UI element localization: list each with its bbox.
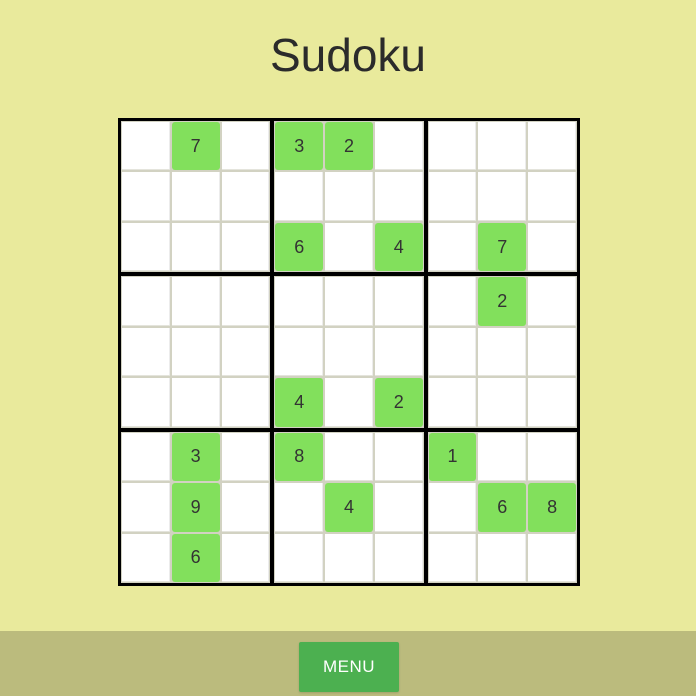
empty-cell[interactable] bbox=[171, 222, 220, 272]
empty-cell[interactable] bbox=[478, 122, 527, 171]
empty-cell[interactable] bbox=[428, 533, 477, 582]
empty-cell[interactable] bbox=[528, 122, 576, 171]
sudoku-box: 168 bbox=[427, 431, 577, 583]
empty-cell[interactable] bbox=[428, 327, 477, 377]
given-cell: 6 bbox=[171, 533, 220, 582]
page-title: Sudoku bbox=[269, 29, 426, 81]
empty-cell[interactable] bbox=[528, 533, 576, 582]
empty-cell[interactable] bbox=[428, 277, 477, 326]
empty-cell[interactable] bbox=[325, 222, 373, 272]
empty-cell[interactable] bbox=[478, 533, 527, 582]
empty-cell[interactable] bbox=[528, 172, 576, 221]
empty-cell[interactable] bbox=[221, 432, 270, 482]
empty-cell[interactable] bbox=[221, 277, 270, 326]
empty-cell[interactable] bbox=[122, 277, 170, 326]
empty-cell[interactable] bbox=[122, 378, 170, 427]
empty-cell[interactable] bbox=[325, 378, 373, 427]
empty-cell[interactable] bbox=[374, 277, 423, 326]
empty-cell[interactable] bbox=[221, 222, 270, 272]
empty-cell[interactable] bbox=[122, 533, 170, 582]
sudoku-box: 42 bbox=[274, 276, 424, 428]
sudoku-box: 32 64 bbox=[274, 121, 424, 273]
empty-cell[interactable] bbox=[478, 327, 527, 377]
menu-button[interactable]: MENU bbox=[299, 642, 399, 692]
empty-cell[interactable] bbox=[374, 432, 423, 482]
empty-cell[interactable] bbox=[275, 327, 324, 377]
footer-bar: MENU bbox=[0, 631, 696, 696]
empty-cell[interactable] bbox=[478, 378, 527, 427]
given-cell: 7 bbox=[171, 122, 220, 171]
given-cell: 3 bbox=[171, 432, 220, 482]
empty-cell[interactable] bbox=[528, 327, 576, 377]
sudoku-box: 7 bbox=[427, 121, 577, 273]
empty-cell[interactable] bbox=[528, 432, 576, 482]
empty-cell[interactable] bbox=[374, 327, 423, 377]
empty-cell[interactable] bbox=[122, 122, 170, 171]
empty-cell[interactable] bbox=[374, 483, 423, 532]
given-cell: 6 bbox=[478, 483, 527, 532]
empty-cell[interactable] bbox=[374, 172, 423, 221]
empty-cell[interactable] bbox=[478, 172, 527, 221]
empty-cell[interactable] bbox=[171, 277, 220, 326]
empty-cell[interactable] bbox=[275, 172, 324, 221]
empty-cell[interactable] bbox=[528, 378, 576, 427]
empty-cell[interactable] bbox=[325, 277, 373, 326]
given-cell: 2 bbox=[325, 122, 373, 171]
empty-cell[interactable] bbox=[275, 277, 324, 326]
given-cell: 9 bbox=[171, 483, 220, 532]
empty-cell[interactable] bbox=[221, 122, 270, 171]
empty-cell[interactable] bbox=[221, 533, 270, 582]
empty-cell[interactable] bbox=[374, 122, 423, 171]
empty-cell[interactable] bbox=[428, 483, 477, 532]
given-cell: 7 bbox=[478, 222, 527, 272]
empty-cell[interactable] bbox=[122, 483, 170, 532]
empty-cell[interactable] bbox=[221, 172, 270, 221]
empty-cell[interactable] bbox=[171, 378, 220, 427]
empty-cell[interactable] bbox=[275, 483, 324, 532]
empty-cell[interactable] bbox=[171, 327, 220, 377]
given-cell: 1 bbox=[428, 432, 477, 482]
empty-cell[interactable] bbox=[528, 222, 576, 272]
empty-cell[interactable] bbox=[221, 327, 270, 377]
empty-cell[interactable] bbox=[325, 432, 373, 482]
empty-cell[interactable] bbox=[428, 222, 477, 272]
given-cell: 2 bbox=[374, 378, 423, 427]
sudoku-board: 73264742239684168 bbox=[118, 118, 580, 586]
sudoku-box: 84 bbox=[274, 431, 424, 583]
given-cell: 8 bbox=[528, 483, 576, 532]
empty-cell[interactable] bbox=[428, 378, 477, 427]
sudoku-box: 396 bbox=[121, 431, 271, 583]
given-cell: 3 bbox=[275, 122, 324, 171]
empty-cell[interactable] bbox=[325, 172, 373, 221]
empty-cell[interactable] bbox=[275, 533, 324, 582]
empty-cell[interactable] bbox=[528, 277, 576, 326]
given-cell: 4 bbox=[374, 222, 423, 272]
empty-cell[interactable] bbox=[428, 172, 477, 221]
sudoku-box bbox=[121, 276, 271, 428]
empty-cell[interactable] bbox=[374, 533, 423, 582]
given-cell: 6 bbox=[275, 222, 324, 272]
empty-cell[interactable] bbox=[171, 172, 220, 221]
sudoku-box: 7 bbox=[121, 121, 271, 273]
empty-cell[interactable] bbox=[428, 122, 477, 171]
empty-cell[interactable] bbox=[325, 327, 373, 377]
empty-cell[interactable] bbox=[221, 378, 270, 427]
empty-cell[interactable] bbox=[122, 172, 170, 221]
empty-cell[interactable] bbox=[122, 327, 170, 377]
empty-cell[interactable] bbox=[325, 533, 373, 582]
given-cell: 4 bbox=[275, 378, 324, 427]
sudoku-box: 2 bbox=[427, 276, 577, 428]
given-cell: 4 bbox=[325, 483, 373, 532]
empty-cell[interactable] bbox=[478, 432, 527, 482]
given-cell: 8 bbox=[275, 432, 324, 482]
given-cell: 2 bbox=[478, 277, 527, 326]
empty-cell[interactable] bbox=[122, 222, 170, 272]
empty-cell[interactable] bbox=[122, 432, 170, 482]
empty-cell[interactable] bbox=[221, 483, 270, 532]
